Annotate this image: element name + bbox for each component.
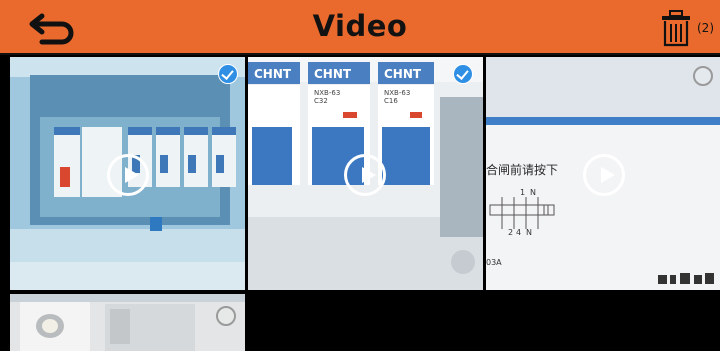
play-icon[interactable] (107, 154, 149, 196)
breaker-model-label: NXB-63 (384, 89, 410, 97)
unselected-checkbox[interactable] (216, 306, 236, 326)
selected-checkbox[interactable] (218, 64, 238, 84)
breaker-brand-label: CHNT (384, 67, 422, 81)
play-icon[interactable] (344, 154, 386, 196)
video-thumbnail[interactable]: CHNT CHNT CHNT NXB-63 NXB-63 C32 C16 (248, 57, 483, 290)
terminal-label: 4 (516, 228, 521, 237)
breaker-brand-label: CHNT (314, 67, 352, 81)
breaker-model-label: NXB-63 (314, 89, 340, 97)
rating-label: 03A (486, 258, 502, 267)
terminal-label: 2 (508, 228, 513, 237)
selected-count: (2) (697, 21, 714, 35)
video-grid: CHNT CHNT CHNT NXB-63 NXB-63 C32 C16 合闸前… (0, 55, 720, 351)
breaker-rating-label: C32 (314, 97, 328, 105)
panel-label: 合闸前请按下 (486, 162, 558, 177)
play-icon[interactable] (583, 154, 625, 196)
video-thumbnail[interactable] (10, 294, 245, 351)
selected-checkbox[interactable] (453, 64, 473, 84)
thumbnail-image (10, 294, 245, 351)
breaker-rating-label: C16 (384, 97, 398, 105)
terminal-label: N (526, 228, 532, 237)
video-gallery-screen: Video (2) CHNT CHNT CHNT NXB-63 NXB-63 C… (0, 0, 720, 351)
top-bar: Video (2) (0, 0, 720, 55)
terminal-label: 1 (520, 188, 525, 197)
video-thumbnail[interactable] (10, 57, 245, 290)
video-thumbnail[interactable]: 合闸前请按下 1 N 2 4 N 03A (486, 57, 720, 290)
page-title: Video (312, 9, 408, 43)
delete-button[interactable] (659, 10, 693, 48)
trash-icon (662, 10, 690, 47)
breaker-brand-label: CHNT (254, 67, 292, 81)
terminal-label: N (530, 188, 536, 197)
unselected-checkbox[interactable] (693, 66, 713, 86)
